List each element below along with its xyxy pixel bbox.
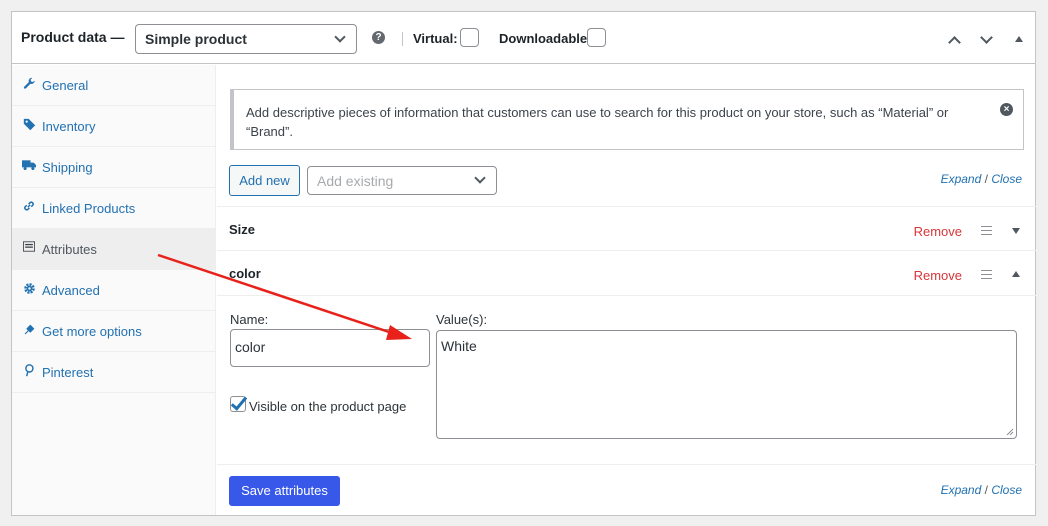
- attribute-name: color: [229, 266, 261, 281]
- tab-general[interactable]: General: [12, 65, 215, 106]
- remove-link[interactable]: Remove: [914, 224, 962, 239]
- header-separator: [402, 32, 403, 46]
- collapse-panel-icon[interactable]: [1015, 36, 1023, 42]
- save-attributes-button[interactable]: Save attributes: [229, 476, 340, 506]
- remove-link[interactable]: Remove: [914, 268, 962, 283]
- tab-advanced[interactable]: Advanced: [12, 270, 215, 311]
- collapse-toggle-icon[interactable]: [1012, 271, 1020, 277]
- link-separator: /: [984, 172, 988, 186]
- tag-icon: [22, 118, 36, 132]
- panel-title: Product data —: [21, 29, 125, 45]
- dismiss-icon[interactable]: ×: [1000, 103, 1013, 116]
- expand-close-links-top: Expand / Close: [941, 172, 1022, 186]
- tab-label: General: [42, 78, 89, 93]
- product-data-panel: Product data — Simple product ? Virtual:…: [11, 11, 1036, 516]
- plugin-icon: [22, 323, 36, 337]
- attribute-editor: Name: color Value(s): White Visible on t…: [217, 295, 1036, 465]
- drag-handle-icon[interactable]: [981, 226, 992, 235]
- tab-linked-products[interactable]: Linked Products: [12, 188, 215, 229]
- product-type-value: Simple product: [145, 31, 247, 47]
- tab-label: Shipping: [42, 160, 93, 175]
- resize-handle-icon[interactable]: [1006, 428, 1014, 436]
- link-separator: /: [984, 483, 988, 497]
- tab-get-more-options[interactable]: Get more options: [12, 311, 215, 352]
- help-icon[interactable]: ?: [372, 31, 385, 44]
- product-data-tabs: General Inventory Shipping Linked Produc…: [12, 65, 216, 515]
- notice-text: Add descriptive pieces of information th…: [246, 105, 949, 139]
- tab-attributes[interactable]: Attributes: [12, 229, 215, 270]
- visible-on-product-page-label: Visible on the product page: [249, 399, 407, 414]
- values-label: Value(s):: [436, 312, 488, 327]
- add-new-button[interactable]: Add new: [229, 165, 300, 196]
- drag-handle-icon[interactable]: [981, 270, 992, 279]
- name-label: Name:: [230, 312, 269, 327]
- tab-label: Inventory: [42, 119, 96, 134]
- attributes-notice: Add descriptive pieces of information th…: [230, 89, 1024, 150]
- attribute-name-input[interactable]: color: [230, 329, 430, 367]
- truck-icon: [22, 159, 36, 173]
- tab-label: Attributes: [42, 242, 97, 257]
- add-existing-placeholder: Add existing: [317, 173, 394, 189]
- attribute-name: Size: [229, 222, 256, 237]
- downloadable-checkbox[interactable]: [587, 28, 606, 47]
- tab-label: Pinterest: [42, 365, 94, 380]
- tab-label: Advanced: [42, 283, 100, 298]
- product-data-header: Product data — Simple product ? Virtual:…: [12, 12, 1035, 64]
- pinterest-icon: [22, 364, 36, 378]
- virtual-label: Virtual:: [413, 31, 458, 46]
- add-existing-select[interactable]: Add existing: [307, 166, 497, 195]
- attribute-values-textarea[interactable]: White: [436, 330, 1017, 439]
- wrench-icon: [22, 77, 36, 91]
- tab-pinterest[interactable]: Pinterest: [12, 352, 215, 393]
- list-view-icon: [22, 241, 36, 255]
- product-type-select[interactable]: Simple product: [135, 24, 357, 54]
- move-down-icon[interactable]: [980, 31, 993, 44]
- attribute-row-size[interactable]: Size Remove: [217, 206, 1036, 250]
- values-text: White: [441, 338, 477, 354]
- visible-on-product-page-checkbox[interactable]: [230, 396, 246, 412]
- expand-close-links-bottom: Expand / Close: [941, 483, 1022, 497]
- chevron-down-icon: [334, 31, 346, 43]
- close-link[interactable]: Close: [991, 172, 1022, 186]
- gear-icon: [22, 282, 36, 296]
- move-up-icon[interactable]: [948, 36, 961, 49]
- virtual-checkbox[interactable]: [460, 28, 479, 47]
- tab-shipping[interactable]: Shipping: [12, 147, 215, 188]
- tab-label: Get more options: [42, 324, 142, 339]
- attribute-row-color[interactable]: color Remove: [217, 250, 1036, 294]
- close-link[interactable]: Close: [991, 483, 1022, 497]
- tab-label: Linked Products: [42, 201, 136, 216]
- expand-toggle-icon[interactable]: [1012, 228, 1020, 234]
- chevron-down-icon: [474, 172, 486, 184]
- downloadable-label: Downloadable:: [499, 31, 592, 46]
- expand-link[interactable]: Expand: [941, 172, 982, 186]
- link-icon: [22, 200, 36, 214]
- tab-inventory[interactable]: Inventory: [12, 106, 215, 147]
- expand-link[interactable]: Expand: [941, 483, 982, 497]
